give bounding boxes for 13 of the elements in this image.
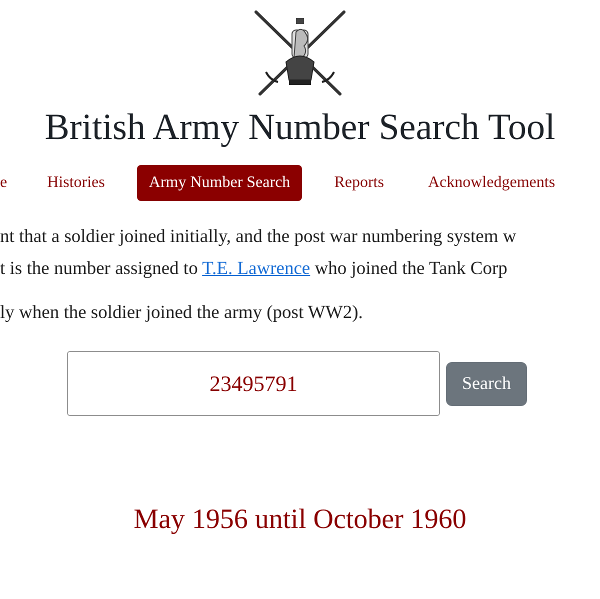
nav-link[interactable]: Army Number Search	[136, 165, 302, 201]
body-text: ly when the soldier joined the army (post WW2).	[0, 302, 364, 325]
army-number-field[interactable]: 23495791	[67, 351, 440, 416]
service-period: May 1956 until October 1960	[132, 504, 468, 536]
nav-link[interactable]: e	[0, 165, 8, 201]
search-button[interactable]: Search	[446, 362, 527, 406]
nav-link[interactable]: Histories	[35, 165, 117, 201]
body-text: nt that a soldier joined initially, and the post war numbering system w	[0, 226, 518, 249]
body-text: t is the number assigned to T.E. Lawrence who joined the Tank Corp	[0, 258, 508, 281]
nav-link[interactable]: Acknowledgements	[416, 165, 568, 201]
site-title: British Army Number Search Tool	[44, 106, 556, 149]
person-link[interactable]: T.E. Lawrence	[202, 259, 310, 279]
nav-link[interactable]: Reports	[322, 165, 396, 201]
